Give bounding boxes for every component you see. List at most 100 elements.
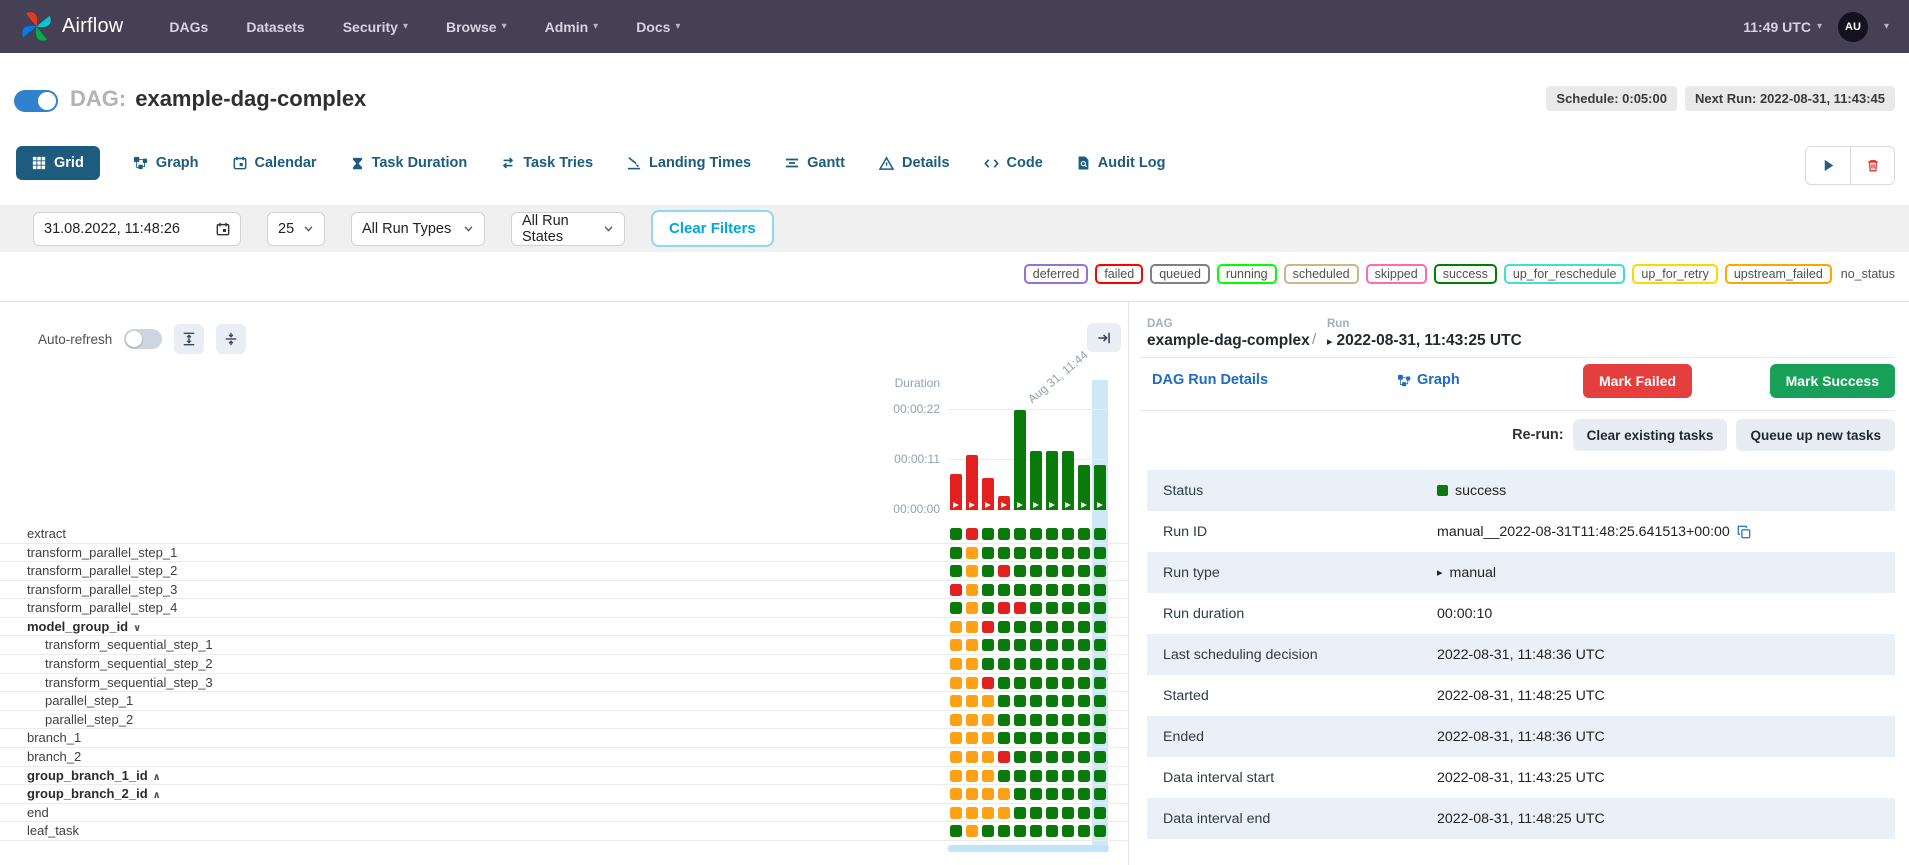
- task-instance-square[interactable]: [1014, 750, 1026, 763]
- task-instance-square[interactable]: [1062, 565, 1074, 578]
- task-instance-square[interactable]: [1046, 750, 1058, 763]
- navbar-item-datasets[interactable]: Datasets: [246, 19, 304, 35]
- task-instance-square[interactable]: [998, 565, 1010, 578]
- task-name[interactable]: transform_parallel_step_2: [27, 562, 177, 580]
- task-instance-square[interactable]: [1014, 639, 1026, 652]
- task-instance-square[interactable]: [966, 750, 978, 763]
- user-avatar[interactable]: AU: [1837, 11, 1868, 42]
- task-instance-square[interactable]: [1078, 528, 1090, 540]
- task-instance-square[interactable]: [1062, 750, 1074, 763]
- task-instance-square[interactable]: [982, 602, 994, 615]
- task-instance-square[interactable]: [1030, 750, 1042, 763]
- task-instance-square[interactable]: [982, 546, 994, 559]
- task-instance-square[interactable]: [1046, 620, 1058, 633]
- task-instance-square[interactable]: [1078, 565, 1090, 578]
- chevron-down-icon[interactable]: ∨: [133, 623, 141, 634]
- task-instance-square[interactable]: [966, 546, 978, 559]
- run-duration-bar[interactable]: [982, 478, 994, 510]
- task-instance-square[interactable]: [950, 565, 962, 578]
- task-instance-square[interactable]: [1094, 658, 1106, 671]
- clear-filters-button[interactable]: Clear Filters: [651, 210, 774, 247]
- breadcrumb-dag-value[interactable]: example-dag-complex: [1147, 332, 1310, 350]
- run-duration-bar[interactable]: [998, 496, 1010, 510]
- task-instance-square[interactable]: [982, 620, 994, 633]
- task-name[interactable]: group_branch_2_id ∧: [27, 785, 161, 805]
- task-instance-square[interactable]: [982, 732, 994, 745]
- task-instance-square[interactable]: [1062, 695, 1074, 708]
- task-instance-square[interactable]: [1062, 676, 1074, 689]
- task-instance-square[interactable]: [1046, 583, 1058, 596]
- task-instance-square[interactable]: [1046, 825, 1058, 838]
- task-instance-square[interactable]: [1030, 732, 1042, 745]
- task-instance-square[interactable]: [1014, 528, 1026, 540]
- tab-code[interactable]: Code: [983, 146, 1043, 180]
- queue-up-new-tasks-button[interactable]: Queue up new tasks: [1736, 419, 1895, 451]
- play-icon[interactable]: [1806, 147, 1850, 184]
- mark-success-button[interactable]: Mark Success: [1769, 364, 1895, 398]
- collapse-details-panel-icon[interactable]: [1087, 323, 1121, 352]
- task-name[interactable]: branch_2: [27, 748, 81, 766]
- task-instance-square[interactable]: [950, 732, 962, 745]
- task-instance-square[interactable]: [950, 825, 962, 838]
- task-instance-square[interactable]: [950, 620, 962, 633]
- task-instance-square[interactable]: [998, 788, 1010, 801]
- task-instance-square[interactable]: [982, 676, 994, 689]
- task-instance-square[interactable]: [950, 769, 962, 782]
- run-duration-bar[interactable]: [1094, 465, 1106, 510]
- task-instance-square[interactable]: [1030, 546, 1042, 559]
- task-instance-square[interactable]: [1094, 620, 1106, 633]
- task-instance-square[interactable]: [998, 620, 1010, 633]
- task-instance-square[interactable]: [1078, 620, 1090, 633]
- autorefresh-toggle[interactable]: [124, 329, 163, 349]
- task-instance-square[interactable]: [1078, 713, 1090, 726]
- task-instance-square[interactable]: [1014, 565, 1026, 578]
- timezone-dropdown[interactable]: 11:49 UTC ▾: [1743, 19, 1822, 35]
- task-name[interactable]: transform_parallel_step_4: [27, 599, 177, 617]
- task-instance-square[interactable]: [1078, 769, 1090, 782]
- task-instance-square[interactable]: [950, 806, 962, 819]
- task-instance-square[interactable]: [950, 713, 962, 726]
- task-instance-square[interactable]: [966, 806, 978, 819]
- dag-run-details-link[interactable]: DAG Run Details: [1152, 372, 1268, 388]
- task-instance-square[interactable]: [1030, 676, 1042, 689]
- task-instance-square[interactable]: [1078, 546, 1090, 559]
- task-instance-square[interactable]: [1014, 806, 1026, 819]
- task-instance-square[interactable]: [966, 583, 978, 596]
- task-instance-square[interactable]: [1030, 583, 1042, 596]
- run-duration-bar[interactable]: [1030, 451, 1042, 510]
- task-name[interactable]: branch_1: [27, 729, 81, 747]
- task-instance-square[interactable]: [966, 658, 978, 671]
- dag-pause-toggle[interactable]: [14, 90, 58, 112]
- task-name[interactable]: end: [27, 804, 49, 822]
- run-duration-bar[interactable]: [966, 455, 978, 510]
- task-instance-square[interactable]: [1078, 732, 1090, 745]
- task-instance-square[interactable]: [998, 825, 1010, 838]
- task-name[interactable]: group_branch_1_id ∧: [27, 767, 161, 787]
- task-instance-square[interactable]: [1046, 732, 1058, 745]
- task-instance-square[interactable]: [966, 676, 978, 689]
- task-instance-square[interactable]: [1062, 583, 1074, 596]
- task-instance-square[interactable]: [966, 825, 978, 838]
- tab-task-duration[interactable]: Task Duration: [351, 146, 467, 180]
- tab-details[interactable]: Details: [878, 146, 950, 180]
- task-instance-square[interactable]: [1094, 732, 1106, 745]
- task-instance-square[interactable]: [1062, 732, 1074, 745]
- task-instance-square[interactable]: [1046, 658, 1058, 671]
- task-instance-square[interactable]: [998, 806, 1010, 819]
- chevron-up-icon[interactable]: ∧: [153, 772, 161, 783]
- chevron-up-icon[interactable]: ∧: [153, 790, 161, 801]
- task-instance-square[interactable]: [1062, 639, 1074, 652]
- task-instance-square[interactable]: [998, 546, 1010, 559]
- clear-existing-tasks-button[interactable]: Clear existing tasks: [1572, 419, 1728, 451]
- task-instance-square[interactable]: [950, 788, 962, 801]
- task-instance-square[interactable]: [1014, 713, 1026, 726]
- task-instance-square[interactable]: [1094, 602, 1106, 615]
- task-instance-square[interactable]: [982, 583, 994, 596]
- task-instance-square[interactable]: [1014, 546, 1026, 559]
- navbar-item-browse[interactable]: Browse ▾: [446, 19, 507, 35]
- task-instance-square[interactable]: [1046, 546, 1058, 559]
- task-instance-square[interactable]: [998, 732, 1010, 745]
- task-instance-square[interactable]: [1078, 695, 1090, 708]
- task-instance-square[interactable]: [1094, 528, 1106, 540]
- task-instance-square[interactable]: [1062, 788, 1074, 801]
